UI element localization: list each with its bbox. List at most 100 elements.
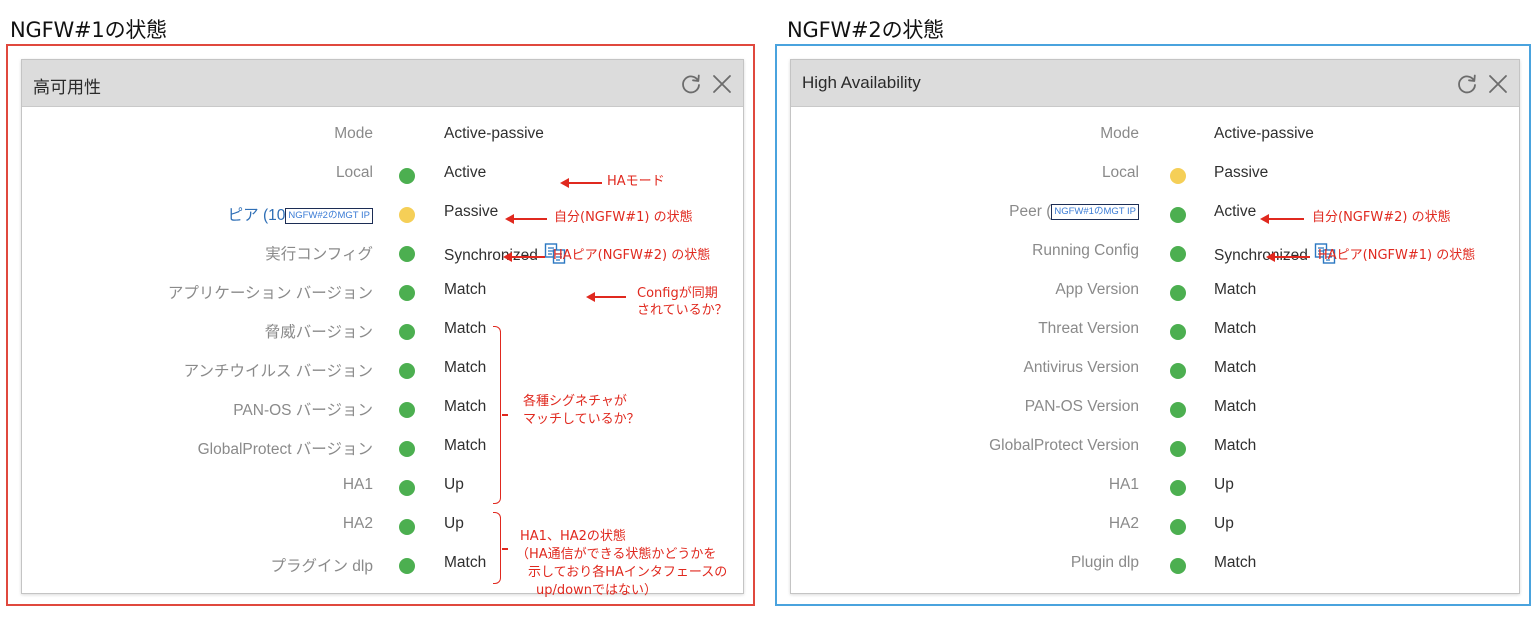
ha-row-ha1: HA1 Up — [791, 471, 1519, 501]
row-label: Mode — [1100, 125, 1139, 143]
ha-widget-ngfw2: High Availability Mode Active-passive Loca… — [790, 59, 1520, 594]
widget-title: 高可用性 — [33, 78, 101, 97]
row-label: アプリケーション バージョン — [168, 281, 373, 303]
row-value-text: Match — [444, 554, 487, 571]
row-label-text: Threat Version — [1038, 320, 1139, 337]
row-label-text: GlobalProtect バージョン — [197, 441, 373, 458]
row-label: PAN-OS Version — [1025, 398, 1139, 416]
status-dot-green — [1170, 558, 1186, 574]
row-label: HA1 — [1109, 476, 1139, 494]
annotation-config-line2: されているか？ — [637, 303, 728, 318]
row-value-text: Passive — [1214, 164, 1269, 181]
ha-row-item: アンチウイルス バージョン Match — [22, 354, 743, 384]
row-value-text: Match — [444, 281, 487, 298]
peer-ip-redaction-box: NGFW#1のMGT IP — [1051, 204, 1139, 220]
close-icon[interactable] — [710, 72, 734, 96]
row-value: Match — [444, 359, 486, 377]
row-label-text: アプリケーション バージョン — [167, 285, 373, 302]
row-label-text: Antivirus Version — [1023, 359, 1139, 376]
annotation-peer: HAピア(NGFW#2) の状態 — [553, 248, 711, 263]
ha-row-globalprotect: GlobalProtect バージョン Match — [22, 432, 743, 462]
row-value-text: Match — [444, 320, 487, 337]
row-value: Active-passive — [1214, 125, 1314, 143]
row-label-text: 脅威バージョン — [264, 324, 373, 341]
ngfw1-frame: 高可用性 Mode Active-passive Local Active ピア (10… — [6, 44, 755, 606]
row-value: Passive — [1214, 164, 1268, 182]
refresh-icon[interactable] — [1455, 72, 1479, 96]
widget-header: 高可用性 — [22, 60, 743, 107]
status-dot-green — [1170, 363, 1186, 379]
row-label-text: HA1 — [342, 476, 373, 493]
row-value: Match — [1214, 320, 1256, 338]
status-dot-green — [1170, 246, 1186, 262]
status-dot-green — [1170, 480, 1186, 496]
ha-row-item: アプリケーション バージョン Match — [22, 276, 743, 306]
row-label: 実行コンフィグ — [265, 242, 373, 264]
row-value: Match — [444, 554, 486, 572]
status-dot-green — [399, 168, 415, 184]
ha-row-ha2: HA2 Up — [22, 510, 743, 540]
row-label-text: GlobalProtect Version — [989, 437, 1139, 454]
row-label: Running Config — [1032, 242, 1139, 260]
status-dot-green — [1170, 519, 1186, 535]
row-value: Match — [1214, 359, 1256, 377]
row-label-text: Plugin dlp — [1070, 554, 1139, 571]
ha-row-pan-os-version: PAN-OS Version Match — [791, 393, 1519, 423]
row-value: Match — [444, 398, 486, 416]
peer-ip-redaction-box: NGFW#2のMGT IP — [285, 208, 373, 224]
row-value-text: Active — [444, 164, 487, 181]
annotation-config-line1: Configが同期 — [637, 286, 718, 301]
row-value: Up — [1214, 515, 1234, 533]
close-icon[interactable] — [1486, 72, 1510, 96]
annotation-arrow — [1260, 214, 1304, 224]
row-value-text: Passive — [444, 203, 499, 220]
row-value-text: Match — [1214, 554, 1257, 571]
row-value-text: Up — [1214, 476, 1234, 493]
status-dot-green — [399, 558, 415, 574]
row-value-text: Match — [1214, 359, 1257, 376]
row-label-text: Mode — [334, 125, 373, 142]
row-label-text: プラグイン dlp — [270, 558, 374, 575]
ha-row-globalprotect-version: GlobalProtect Version Match — [791, 432, 1519, 462]
row-label: 脅威バージョン — [265, 320, 373, 342]
annotation-versions-line2: マッチしているか？ — [523, 412, 640, 427]
status-dot-green — [399, 324, 415, 340]
row-label-text: Running Config — [1032, 242, 1139, 259]
status-dot-green — [1170, 285, 1186, 301]
row-label: Antivirus Version — [1024, 359, 1139, 377]
annotation-versions-line1: 各種シグネチャが — [523, 394, 627, 409]
widget-title: High Availability — [802, 73, 921, 92]
annotation-arrow — [505, 214, 547, 224]
ha-row-mode: Mode Active-passive — [22, 120, 743, 150]
refresh-icon[interactable] — [679, 72, 703, 96]
annotation-ha-line1: HA1、HA2の状態 — [520, 529, 626, 544]
row-label-text: HA2 — [1108, 515, 1139, 532]
annotation-arrow — [560, 178, 602, 188]
annotation-arrow — [586, 292, 626, 302]
row-label: GlobalProtect バージョン — [198, 437, 373, 459]
annotation-arrow — [503, 252, 545, 262]
row-label: GlobalProtect Version — [989, 437, 1139, 455]
status-dot-green — [1170, 207, 1186, 223]
row-label: Local — [336, 164, 373, 182]
row-value-text: Active — [1214, 203, 1257, 220]
row-label: App Version — [1055, 281, 1139, 299]
row-value-text: Up — [444, 476, 464, 493]
row-value-text: Match — [1214, 320, 1257, 337]
annotation-ha-line4: up/downではない） — [536, 583, 657, 598]
ha-row-item: 脅威バージョン Match — [22, 315, 743, 345]
panel-heading-ngfw1: NGFW#1の状態 — [10, 18, 167, 42]
status-dot-green — [399, 363, 415, 379]
row-value: Up — [1214, 476, 1234, 494]
row-value: Match — [444, 320, 486, 338]
row-label: Local — [1102, 164, 1139, 182]
row-value: Passive — [444, 203, 498, 221]
row-label: Plugin dlp — [1071, 554, 1139, 572]
status-dot-green — [399, 285, 415, 301]
row-value: Up — [444, 476, 464, 494]
ha-row-antivirus-version: Antivirus Version Match — [791, 354, 1519, 384]
row-label-text: App Version — [1055, 281, 1139, 298]
status-dot-green — [399, 441, 415, 457]
annotation-ha-line2: （HA通信ができる状態かどうかを — [516, 547, 717, 562]
annotation-peer: HAピア(NGFW#1) の状態 — [1318, 248, 1476, 263]
